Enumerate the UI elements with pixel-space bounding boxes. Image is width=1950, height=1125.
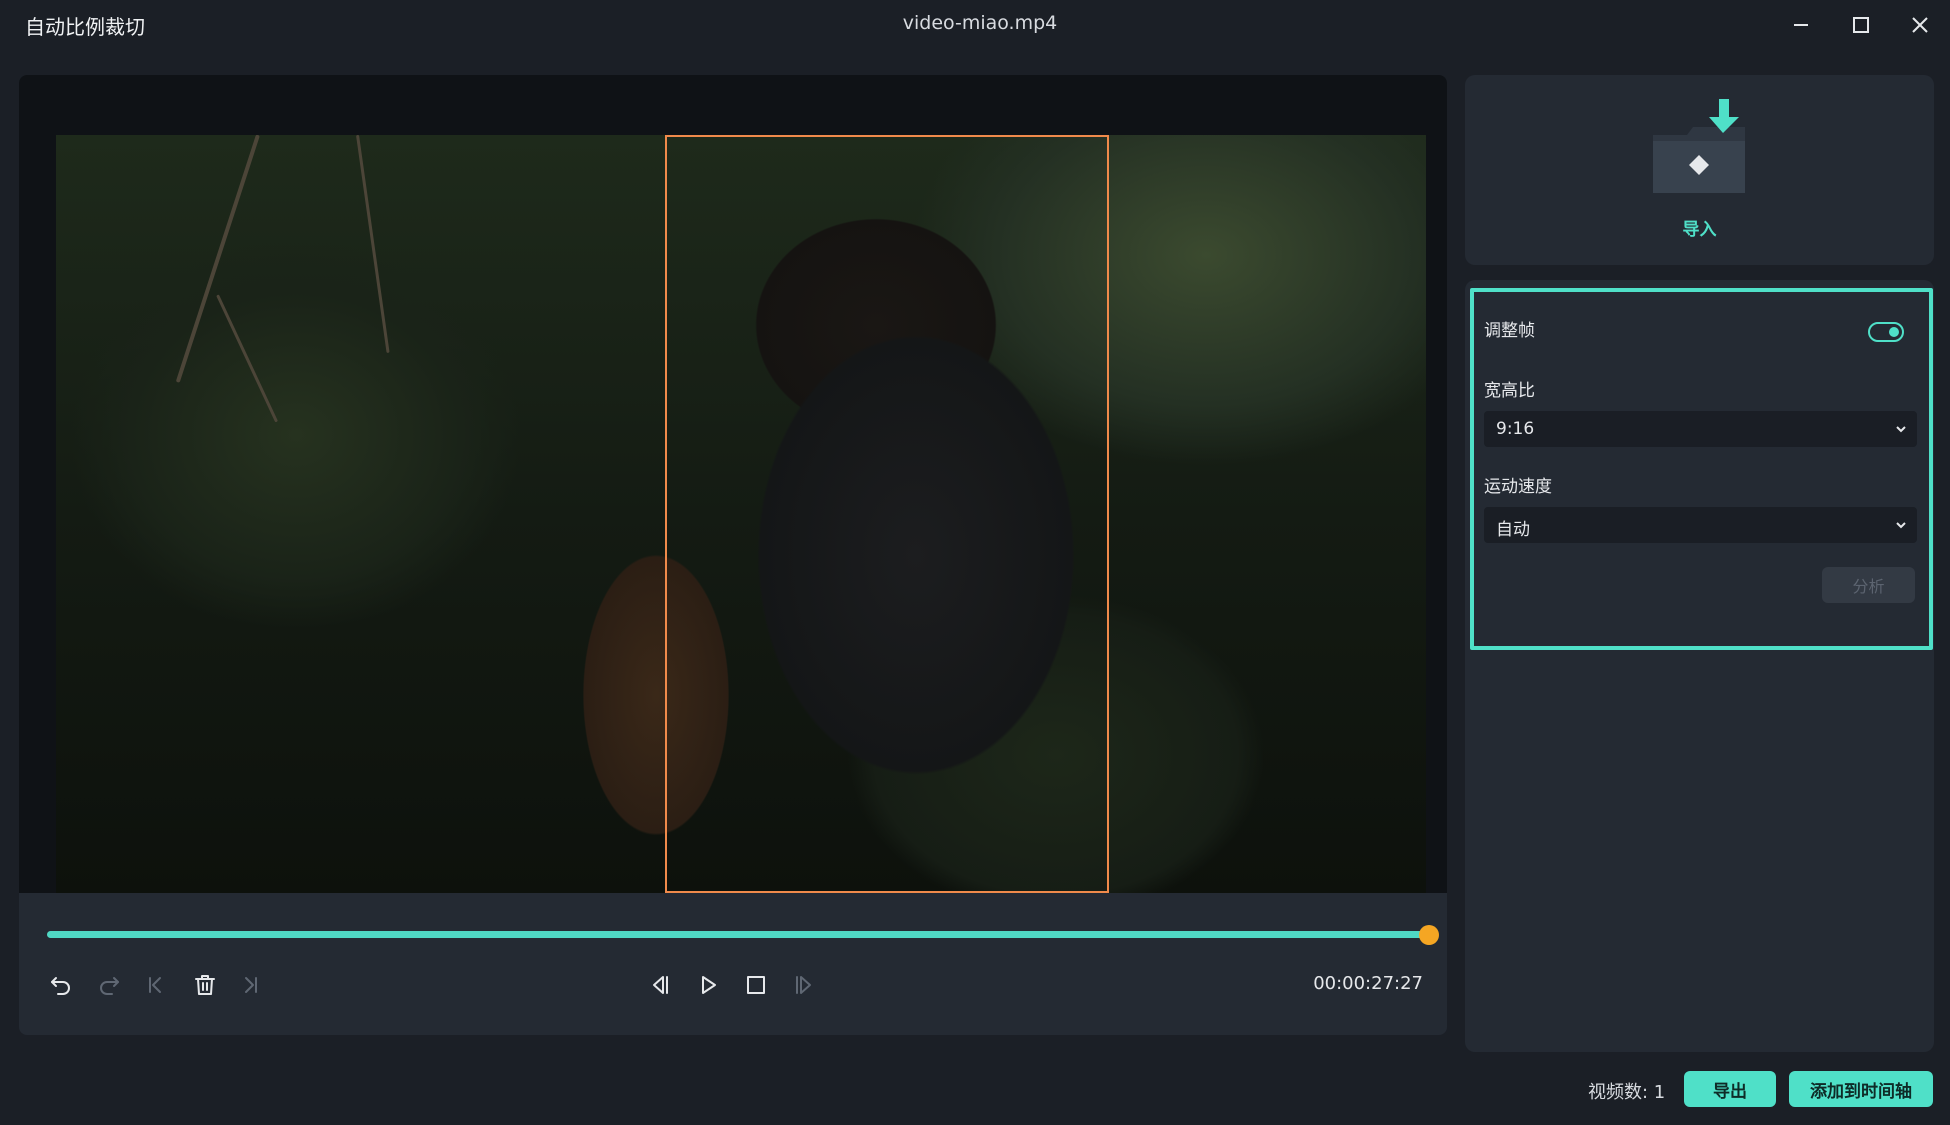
play-button[interactable]: [688, 965, 728, 1005]
next-keyframe-button[interactable]: [231, 965, 271, 1005]
aspect-ratio-value: 9:16: [1496, 419, 1535, 439]
minimize-button[interactable]: [1778, 8, 1824, 42]
stop-icon: [747, 976, 765, 994]
import-label: 导入: [1682, 220, 1717, 240]
crop-frame[interactable]: [665, 135, 1109, 893]
stop-button[interactable]: [736, 965, 776, 1005]
step-back-icon: [653, 976, 668, 994]
close-button[interactable]: [1897, 8, 1943, 42]
previous-keyframe-button[interactable]: [135, 965, 175, 1005]
close-icon: [1912, 17, 1928, 33]
skip-start-icon: [149, 977, 161, 993]
chevron-down-icon: [1893, 421, 1909, 437]
export-button[interactable]: 导出: [1684, 1071, 1776, 1107]
analyze-button[interactable]: 分析: [1822, 567, 1915, 603]
step-forward-icon: [796, 976, 811, 994]
file-name: video-miao.mp4: [902, 12, 1058, 34]
adjust-frame-label: 调整帧: [1484, 321, 1535, 341]
preview-panel: 00:00:27:27: [19, 75, 1447, 1035]
add-to-timeline-button[interactable]: 添加到时间轴: [1789, 1071, 1933, 1107]
motion-speed-value: 自动: [1496, 520, 1530, 540]
maximize-button[interactable]: [1838, 8, 1884, 42]
undo-button[interactable]: [41, 965, 81, 1005]
aspect-ratio-select[interactable]: 9:16: [1484, 411, 1917, 447]
timeline-progress: [47, 931, 1437, 938]
video-count: 视频数: 1: [1588, 1082, 1666, 1103]
motion-speed-label: 运动速度: [1484, 477, 1552, 497]
undo-icon: [51, 977, 70, 995]
motion-speed-select[interactable]: 自动: [1484, 507, 1917, 543]
timecode-display: 00:00:27:27: [1313, 973, 1423, 994]
next-frame-button[interactable]: [785, 965, 825, 1005]
video-preview-area: [19, 75, 1447, 893]
import-folder-icon: [1653, 99, 1745, 193]
title-bar: 自动比例裁切 video-miao.mp4: [0, 0, 1950, 50]
timeline-scrubber[interactable]: [47, 923, 1439, 947]
branch-shape: [216, 294, 279, 423]
play-icon: [702, 976, 716, 994]
aspect-ratio-label: 宽高比: [1484, 381, 1535, 401]
maximize-icon: [1853, 17, 1869, 33]
playhead-handle[interactable]: [1419, 925, 1439, 945]
skip-end-icon: [245, 977, 257, 993]
trash-icon: [195, 975, 215, 995]
delete-button[interactable]: [185, 965, 225, 1005]
adjust-frame-toggle[interactable]: [1868, 322, 1904, 342]
previous-frame-button[interactable]: [639, 965, 679, 1005]
import-button[interactable]: 导入: [1465, 75, 1934, 265]
redo-icon: [100, 977, 119, 995]
branch-shape: [356, 135, 390, 354]
minimize-icon: [1794, 24, 1808, 26]
branch-shape: [175, 135, 260, 383]
toggle-knob: [1889, 327, 1899, 337]
redo-button[interactable]: [89, 965, 129, 1005]
chevron-down-icon: [1893, 517, 1909, 533]
